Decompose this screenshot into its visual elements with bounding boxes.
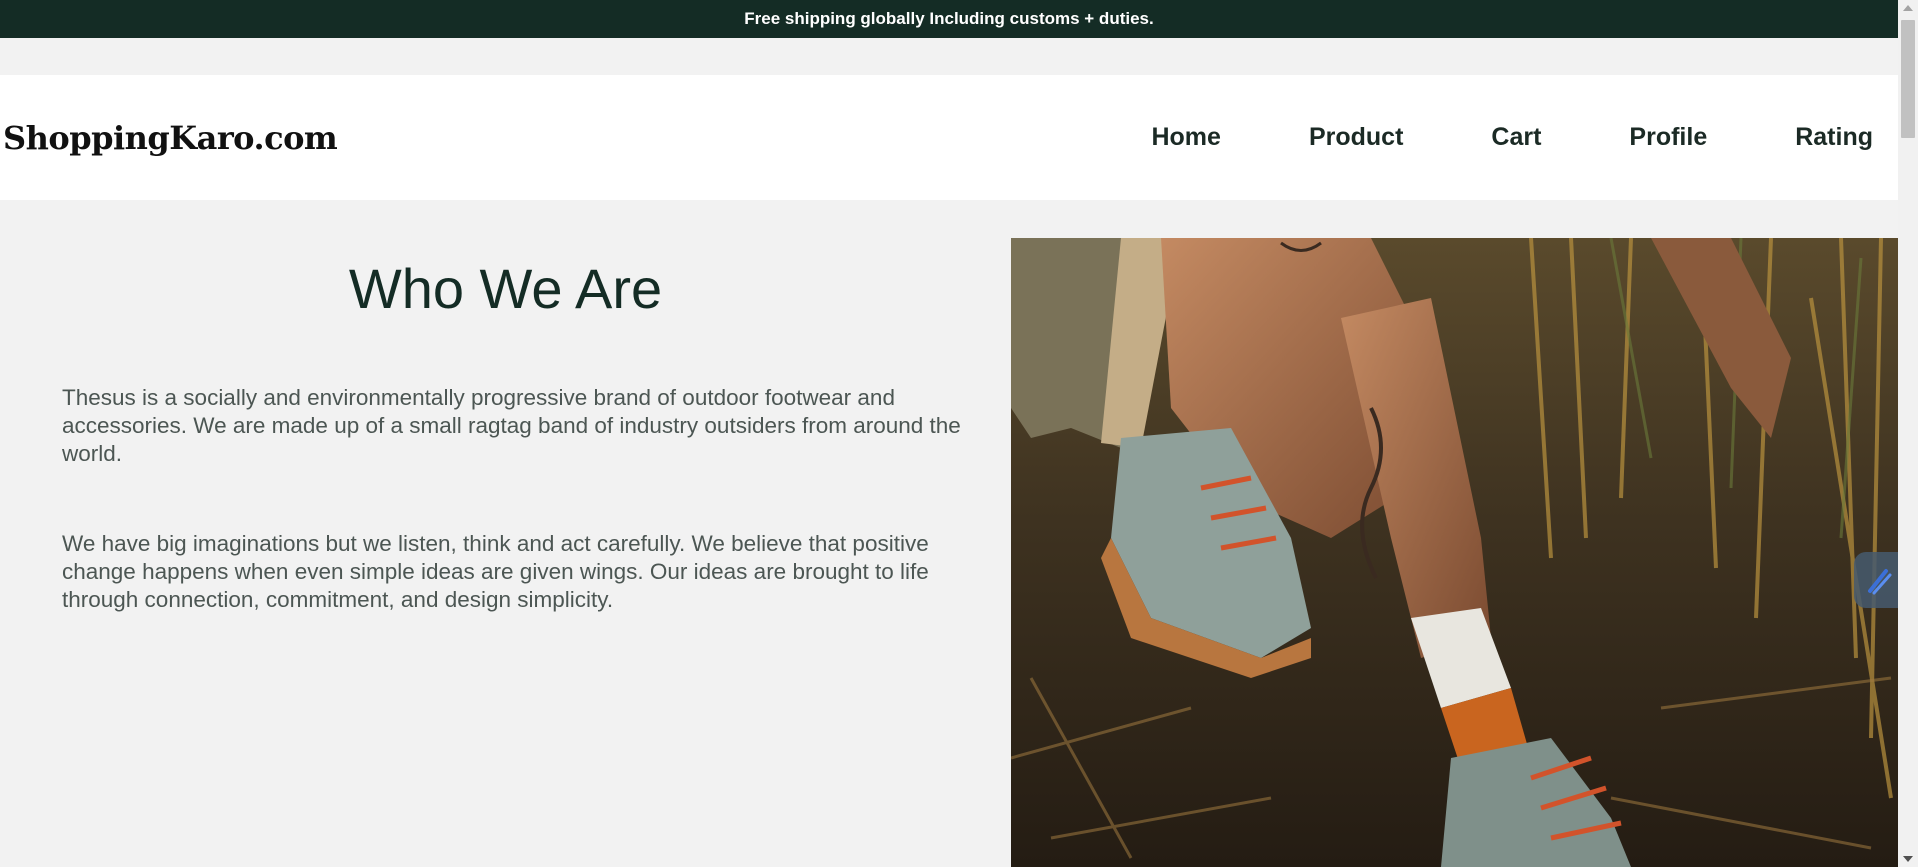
edit-pen-icon: [1868, 569, 1892, 595]
scroll-down-icon[interactable]: [1903, 856, 1913, 862]
announcement-text: Free shipping globally Including customs…: [744, 9, 1154, 28]
site-header: ShoppingKaro.com Home Product Cart Profi…: [0, 75, 1898, 200]
floating-edit-tab[interactable]: [1854, 552, 1904, 608]
nav-link-product[interactable]: Product: [1309, 123, 1403, 152]
nav-link-cart[interactable]: Cart: [1491, 123, 1541, 152]
main-nav: Home Product Cart Profile Rating: [1063, 75, 1898, 200]
scrollbar-thumb[interactable]: [1901, 20, 1915, 138]
nav-link-rating[interactable]: Rating: [1795, 123, 1873, 152]
about-paragraph-2: We have big imaginations but we listen, …: [62, 531, 929, 612]
announcement-bar: Free shipping globally Including customs…: [0, 0, 1898, 38]
page-scrollbar[interactable]: [1898, 0, 1918, 867]
scroll-up-icon[interactable]: [1903, 5, 1913, 11]
nav-link-home[interactable]: Home: [1151, 123, 1220, 152]
hiking-boots-photo: [1011, 238, 1898, 867]
site-logo[interactable]: ShoppingKaro.com: [0, 119, 338, 157]
photo-illustration: [1011, 238, 1898, 867]
about-paragraph-1: Thesus is a socially and environmentally…: [62, 385, 961, 466]
nav-link-profile[interactable]: Profile: [1629, 123, 1707, 152]
about-title: Who We Are: [348, 257, 663, 320]
